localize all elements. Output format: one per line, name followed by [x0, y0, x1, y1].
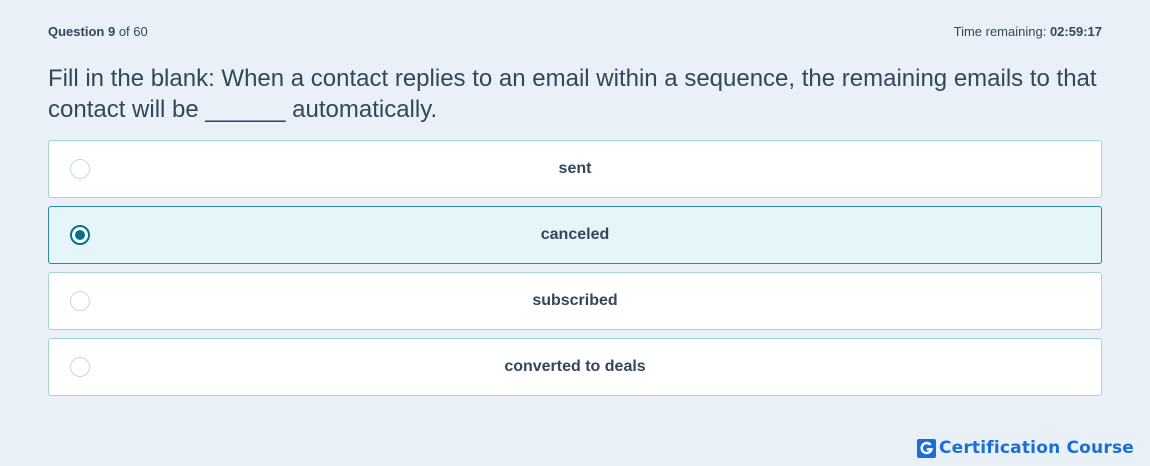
time-remaining: Time remaining: 02:59:17 — [954, 24, 1102, 39]
answer-option-canceled[interactable]: canceled — [48, 206, 1102, 264]
question-number: 9 — [107, 24, 116, 39]
answer-option-label: sent — [558, 160, 592, 177]
question-counter: Question 9 of 60 — [48, 24, 148, 39]
quiz-header: Question 9 of 60 Time remaining: 02:59:1… — [48, 24, 1102, 42]
answer-option-sent[interactable]: sent — [48, 140, 1102, 198]
question-total: of 60 — [118, 24, 148, 39]
g-logo-icon — [916, 438, 936, 458]
answer-option-label: canceled — [540, 226, 610, 243]
brand-logo: Certification Course — [916, 438, 1134, 458]
answer-option-subscribed[interactable]: subscribed — [48, 272, 1102, 330]
answer-option-label: converted to deals — [504, 358, 646, 375]
time-remaining-label: Time remaining: — [953, 24, 1047, 39]
answer-option-converted-to-deals[interactable]: converted to deals — [48, 338, 1102, 396]
answer-option-label: subscribed — [532, 292, 618, 309]
question-counter-label: Question — [48, 24, 105, 39]
answer-options: sent canceled subscribed converted to de… — [48, 140, 1102, 404]
question-text: Fill in the blank: When a contact replie… — [48, 65, 1097, 123]
brand-name: Certification Course — [938, 438, 1134, 458]
time-remaining-value: 02:59:17 — [1049, 24, 1102, 39]
